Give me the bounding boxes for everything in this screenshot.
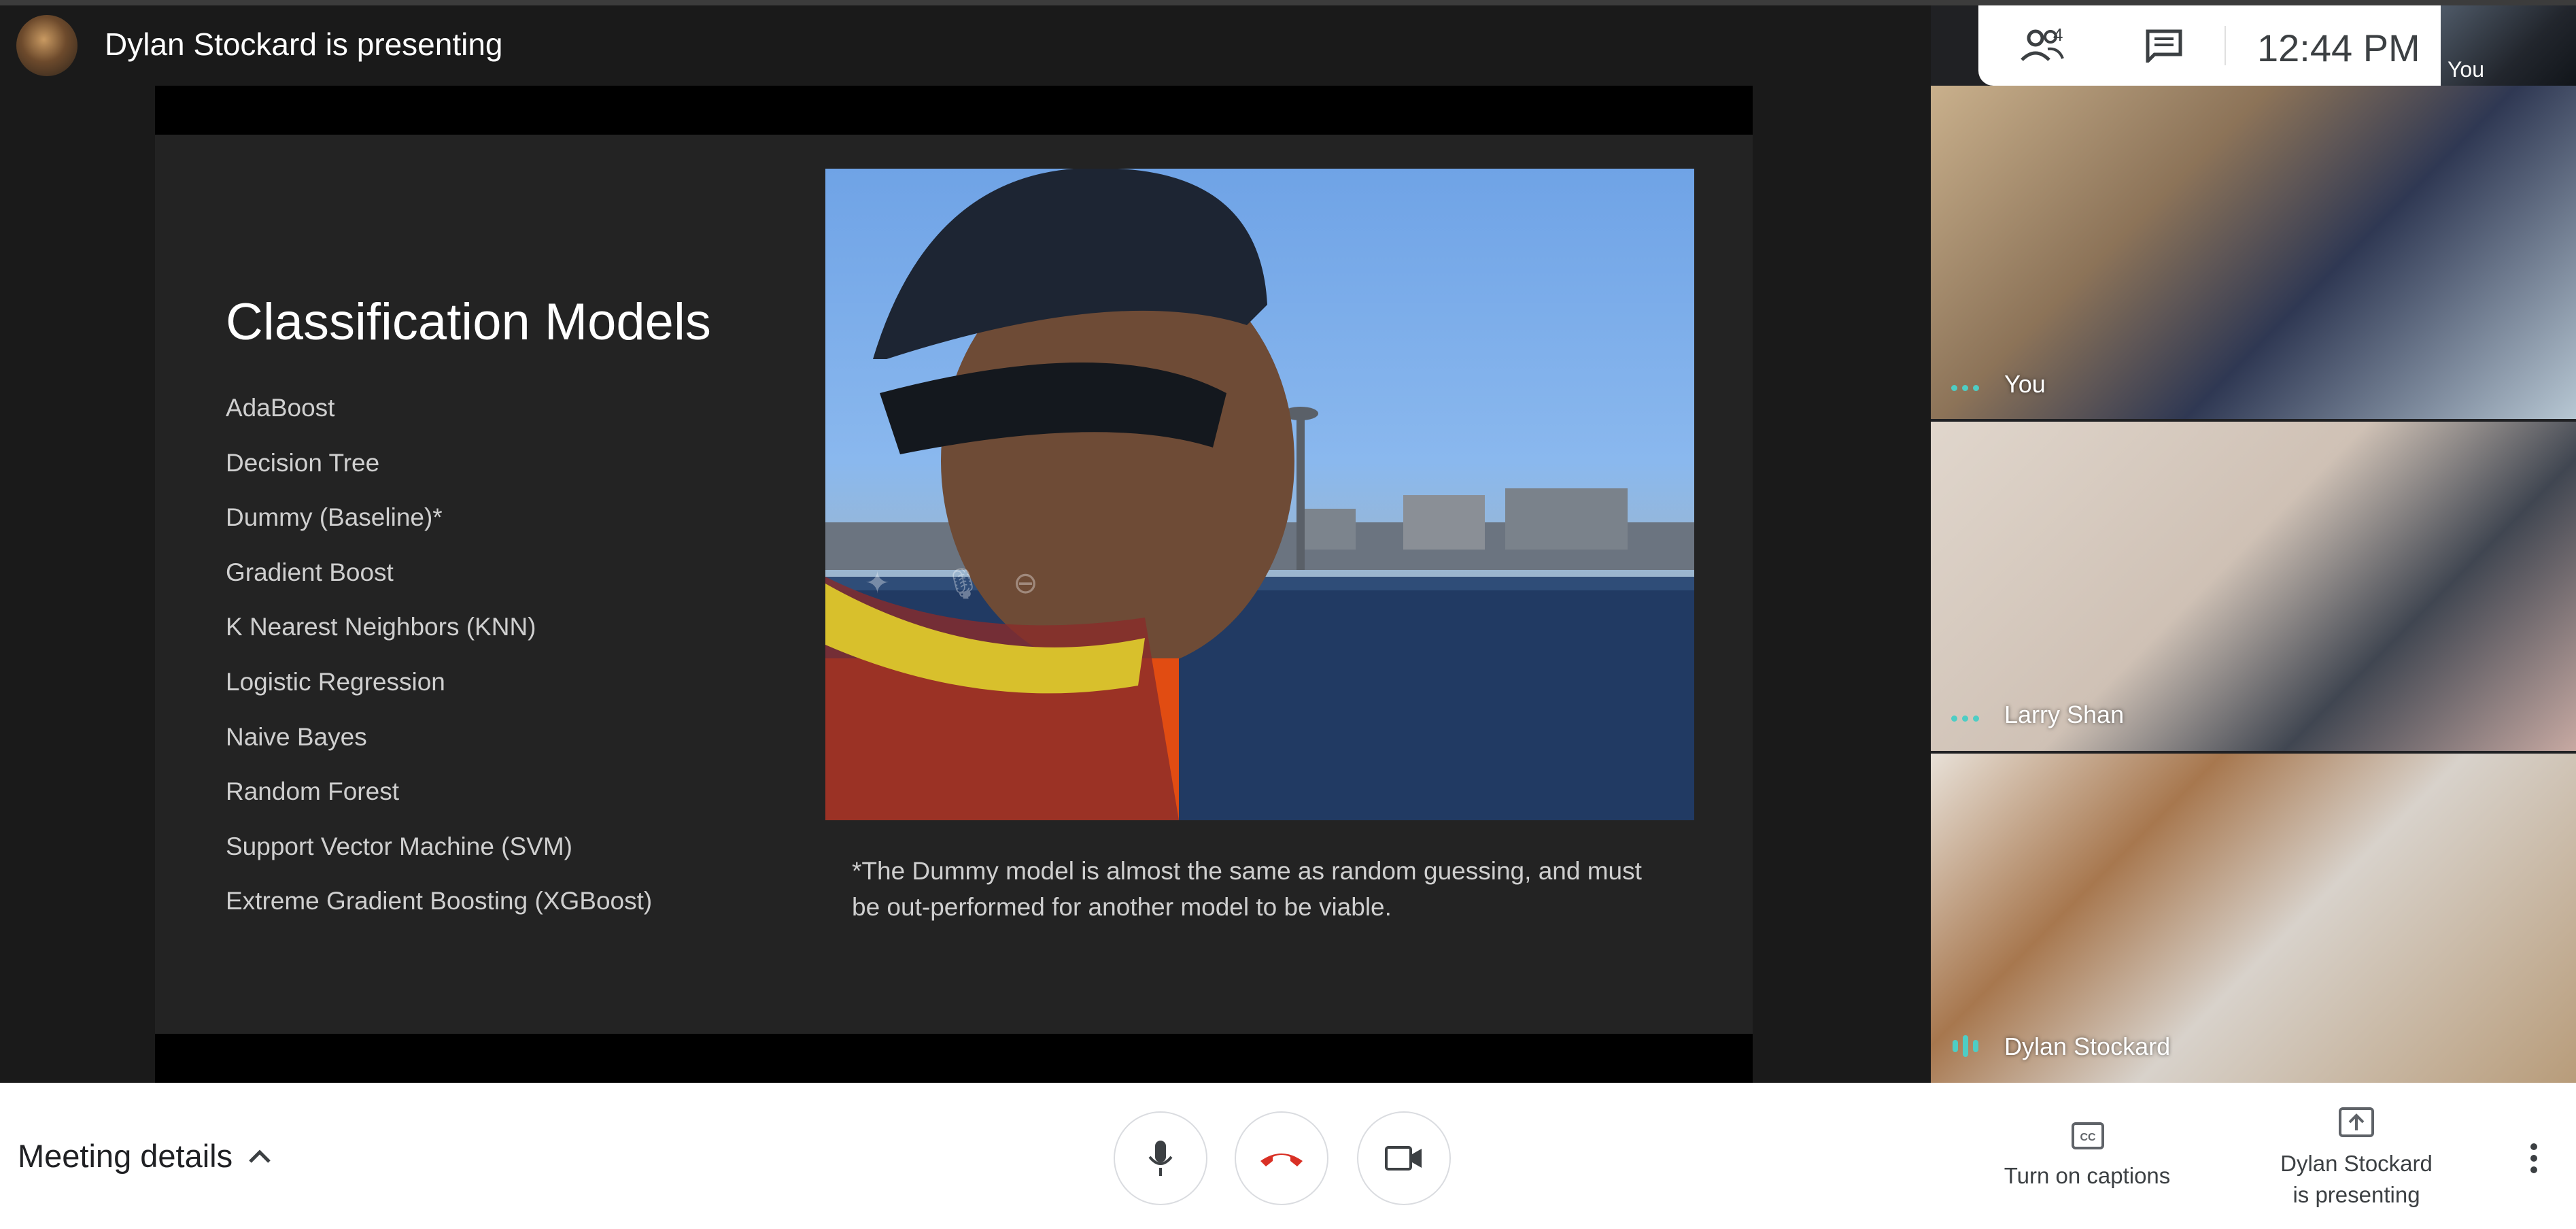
- microphone-button[interactable]: [1114, 1111, 1207, 1205]
- window-top-strip: [0, 0, 2576, 5]
- svg-text:CC: CC: [2080, 1132, 2096, 1143]
- people-icon[interactable]: [2018, 24, 2072, 65]
- participant-count: 4: [2053, 24, 2063, 45]
- model-list-item: Support Vector Machine (SVM): [226, 832, 572, 860]
- closed-captions-icon[interactable]: CC: [2072, 1122, 2104, 1149]
- slide-photo: [825, 169, 1694, 820]
- header-divider: [2225, 26, 2226, 65]
- clock: 12:44 PM: [2257, 27, 2420, 69]
- model-list-item: Dummy (Baseline)*: [226, 503, 443, 532]
- presenting-label-line1: Dylan Stockard: [2280, 1151, 2433, 1176]
- speaking-indicator-icon: [1953, 1035, 1978, 1057]
- mic-overlay-icon: 🎙: [944, 567, 982, 601]
- more-vert-icon[interactable]: [2524, 1141, 2544, 1175]
- model-list: AdaBoost Decision Tree Dummy (Baseline)*…: [226, 389, 652, 937]
- model-list-item: Gradient Boost: [226, 558, 394, 586]
- presenter-avatar: [16, 15, 78, 76]
- camera-button[interactable]: [1357, 1111, 1451, 1205]
- remove-icon: ⊖: [1013, 567, 1038, 600]
- meeting-details-button[interactable]: Meeting details: [18, 1137, 233, 1175]
- model-list-item: Naive Bayes: [226, 722, 367, 751]
- model-list-item: Decision Tree: [226, 448, 380, 477]
- model-list-item: AdaBoost: [226, 394, 335, 422]
- slide-footnote: *The Dummy model is almost the same as r…: [852, 857, 1642, 921]
- camera-icon: [1385, 1146, 1422, 1171]
- captions-button-label[interactable]: Turn on captions: [1985, 1163, 2189, 1189]
- pin-icon: ✦: [865, 567, 890, 600]
- slide-photo-illustration: [825, 169, 1694, 820]
- presenting-title: Dylan Stockard is presenting: [105, 27, 503, 62]
- self-view-label: You: [2448, 57, 2484, 82]
- presenting-button-label[interactable]: Dylan Stockard is presenting: [2248, 1148, 2465, 1211]
- participant-tile-you[interactable]: [1931, 86, 2576, 419]
- model-list-item: K Nearest Neighbors (KNN): [226, 613, 536, 641]
- chat-icon[interactable]: [2145, 29, 2183, 63]
- slide-title: Classification Models: [226, 293, 711, 351]
- participant-name: Larry Shan: [2004, 701, 2125, 728]
- participant-name: You: [2004, 370, 2046, 398]
- model-list-item: Logistic Regression: [226, 667, 445, 696]
- hang-up-icon: [1260, 1154, 1303, 1166]
- more-options-icon[interactable]: [1951, 385, 1979, 391]
- leave-call-button[interactable]: [1235, 1111, 1328, 1205]
- chevron-up-icon[interactable]: [246, 1145, 273, 1166]
- more-options-icon[interactable]: [1951, 715, 1979, 722]
- present-screen-icon[interactable]: [2339, 1107, 2374, 1140]
- model-list-item: Extreme Gradient Boosting (XGBoost): [226, 887, 653, 915]
- model-list-item: Random Forest: [226, 777, 399, 806]
- presenting-label-line2: is presenting: [2292, 1182, 2420, 1207]
- participant-name: Dylan Stockard: [2004, 1032, 2171, 1060]
- microphone-icon: [1148, 1141, 1173, 1176]
